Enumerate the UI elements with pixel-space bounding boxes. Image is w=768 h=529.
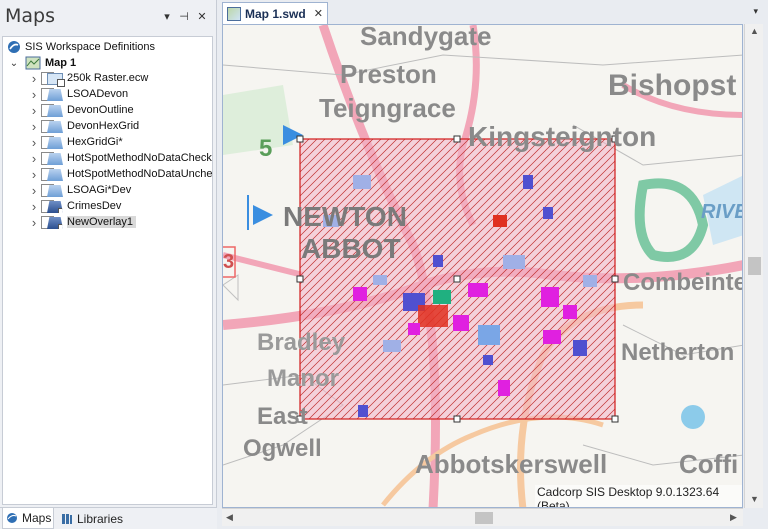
layer-label: LSOADevon — [67, 88, 129, 100]
polygon-layer-icon — [47, 121, 63, 133]
layer-label: HotSpotMethodNoDataChecke — [67, 152, 213, 164]
polygon-layer-icon — [47, 185, 63, 197]
tab-libraries-label: Libraries — [77, 511, 124, 526]
polygon-layer-icon — [47, 169, 63, 181]
place-label: Bishopst — [608, 69, 737, 102]
bottom-tab-bar: Maps Libraries — [0, 507, 217, 529]
layer-row[interactable]: › HotSpotMethodNoDataChecke — [3, 151, 212, 167]
panel-header: Maps ▾ ⊣ ✕ — [0, 0, 217, 34]
chevron-right-icon[interactable]: › — [29, 87, 39, 103]
tab-maps-label: Maps — [22, 511, 52, 525]
map-view[interactable]: Sandygate Preston Bishopst Teigngrace Ki… — [222, 24, 743, 508]
maps-tab-icon — [7, 513, 17, 523]
overlay-layer-icon — [47, 201, 63, 213]
tree-root[interactable]: SIS Workspace Definitions — [7, 39, 155, 55]
scroll-up-icon[interactable]: ▲ — [750, 26, 759, 36]
road-number-label: 3 — [223, 251, 235, 273]
place-label: Sandygate — [360, 24, 492, 51]
layer-row[interactable]: › DevonOutline — [3, 103, 212, 119]
scroll-right-icon[interactable]: ▶ — [730, 512, 737, 523]
panel-dropdown-icon[interactable]: ▾ — [160, 9, 174, 25]
place-label: Manor — [267, 365, 339, 392]
place-label: East — [257, 403, 308, 430]
chevron-right-icon[interactable]: › — [29, 103, 39, 119]
layer-row[interactable]: › HexGridGi* — [3, 135, 212, 151]
chevron-down-icon[interactable]: ⌄ — [9, 58, 19, 69]
layer-label: LSOAGi*Dev — [67, 184, 132, 196]
layer-row[interactable]: › HotSpotMethodNoDataUnchec — [3, 167, 212, 183]
layer-label: DevonHexGrid — [67, 120, 140, 132]
tree-root-label: SIS Workspace Definitions — [25, 41, 156, 53]
layer-row[interactable]: › LSOADevon — [3, 87, 212, 103]
map-document-icon — [227, 6, 241, 21]
road-number-label: 5 — [259, 135, 273, 162]
place-label: Teigngrace — [319, 93, 456, 123]
place-label: Kingsteignton — [468, 121, 657, 152]
layer-row[interactable]: › NewOverlay1 — [3, 215, 212, 231]
place-label: Netherton — [621, 339, 735, 366]
tree-map-label: Map 1 — [45, 57, 77, 69]
layer-label: DevonOutline — [67, 104, 134, 116]
panel-title: Maps — [5, 5, 55, 27]
river-label: RIVE — [701, 201, 742, 223]
layer-label: HexGridGi* — [67, 136, 123, 148]
place-label: Abbotskerswell — [415, 449, 608, 479]
horizontal-scrollbar[interactable]: ◀ ▶ — [222, 508, 743, 526]
document-tab[interactable]: Map 1.swd ✕ — [222, 2, 328, 24]
chevron-right-icon[interactable]: › — [29, 71, 39, 87]
place-label: Combeinte — [623, 269, 743, 296]
layer-label: NewOverlay1 — [67, 216, 137, 228]
chevron-right-icon[interactable]: › — [29, 183, 39, 199]
scroll-down-icon[interactable]: ▼ — [750, 494, 759, 504]
libraries-icon — [62, 513, 72, 524]
document-tab-label: Map 1.swd — [245, 6, 306, 21]
chevron-right-icon[interactable]: › — [29, 119, 39, 135]
place-label: Bradley — [257, 329, 346, 356]
layer-row[interactable]: › LSOAGi*Dev — [3, 183, 212, 199]
tab-libraries[interactable]: Libraries — [58, 508, 138, 529]
polygon-layer-icon — [47, 153, 63, 165]
polygon-layer-icon — [47, 105, 63, 117]
sis-workspace-icon — [8, 41, 20, 53]
layer-label: 250k Raster.ecw — [67, 72, 149, 84]
vertical-scrollbar[interactable]: ▲ ▼ — [744, 24, 763, 508]
chevron-right-icon[interactable]: › — [29, 167, 39, 183]
place-label: ABBOT — [301, 233, 401, 264]
raster-layer-icon — [47, 73, 65, 87]
chevron-right-icon[interactable]: › — [29, 135, 39, 151]
chevron-right-icon[interactable]: › — [29, 151, 39, 167]
horizontal-scroll-thumb[interactable] — [475, 512, 493, 524]
polygon-layer-icon — [47, 137, 63, 149]
vertical-scroll-thumb[interactable] — [748, 257, 761, 275]
overlay-layer-icon — [47, 217, 63, 229]
layer-label: CrimesDev — [67, 200, 122, 212]
close-panel-icon[interactable]: ✕ — [195, 9, 209, 25]
document-list-dropdown-icon[interactable]: ▾ — [753, 6, 758, 17]
maps-panel: Maps ▾ ⊣ ✕ SIS Workspace Definitions ⌄ M… — [0, 0, 217, 529]
chevron-right-icon[interactable]: › — [29, 215, 39, 231]
tree-map-node[interactable]: ⌄ Map 1 — [9, 55, 76, 71]
close-tab-icon[interactable]: ✕ — [314, 7, 323, 20]
layer-row[interactable]: › CrimesDev — [3, 199, 212, 215]
scroll-left-icon[interactable]: ◀ — [226, 512, 233, 523]
place-label: NEWTON — [283, 201, 407, 232]
layer-row[interactable]: › DevonHexGrid — [3, 119, 212, 135]
layer-row[interactable]: › 250k Raster.ecw — [3, 71, 212, 87]
place-label: Ogwell — [243, 435, 322, 462]
place-label: Preston — [340, 59, 437, 89]
status-text: Cadcorp SIS Desktop 9.0.1323.64 (Beta) — [535, 485, 742, 507]
tab-maps[interactable]: Maps — [2, 508, 54, 529]
map-document-icon — [25, 56, 41, 70]
polygon-layer-icon — [47, 89, 63, 101]
layer-label: HotSpotMethodNoDataUnchec — [67, 168, 213, 180]
place-label: Coffi — [679, 449, 739, 479]
pin-icon[interactable]: ⊣ — [177, 9, 191, 25]
map-tree[interactable]: SIS Workspace Definitions ⌄ Map 1 › 250k … — [2, 36, 213, 505]
chevron-right-icon[interactable]: › — [29, 199, 39, 215]
document-area: Map 1.swd ✕ ▾ Sandygate Preston Bishopst… — [219, 0, 768, 529]
